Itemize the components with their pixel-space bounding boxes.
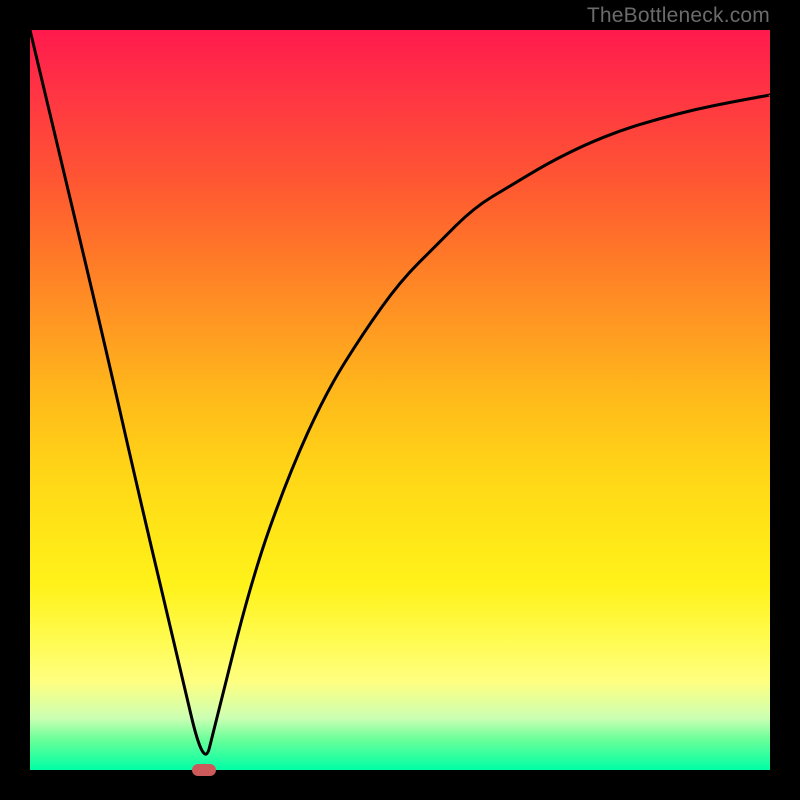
curve-layer [30,30,770,770]
bottleneck-curve [30,30,770,754]
plot-area [30,30,770,770]
minimum-marker [192,764,216,776]
chart-frame: TheBottleneck.com [0,0,800,800]
watermark-text: TheBottleneck.com [587,4,770,28]
